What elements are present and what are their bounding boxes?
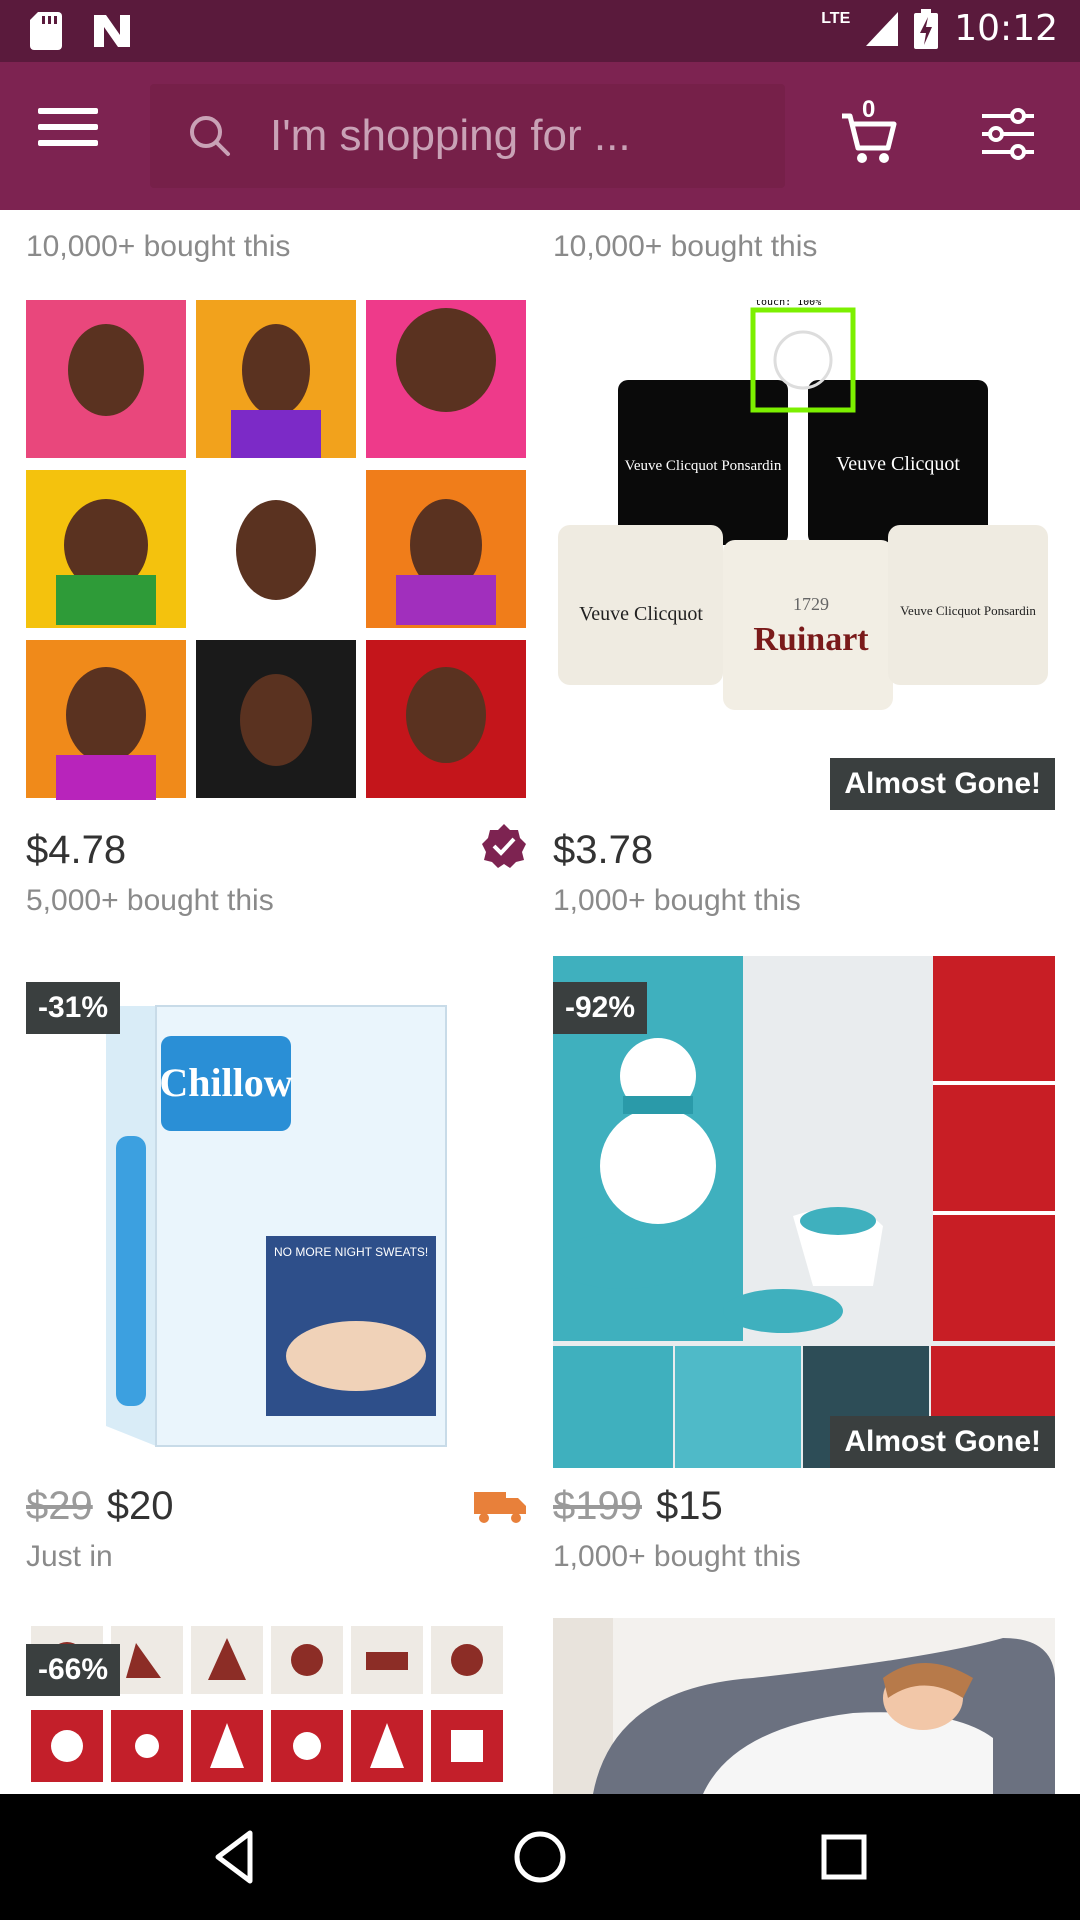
- original-price: $29: [26, 1484, 93, 1528]
- shipping-truck-icon: [474, 1492, 526, 1523]
- pillow-grid-image: [26, 300, 526, 800]
- discount-badge: -92%: [553, 982, 648, 1034]
- menu-button[interactable]: [38, 108, 98, 164]
- search-input[interactable]: [270, 84, 770, 188]
- product-image: Veuve Clicquot Ponsardin Veuve Clicquot …: [553, 300, 1055, 810]
- clock: 10:12: [954, 8, 1058, 49]
- sold-count-top-left: 10,000+ bought this: [26, 230, 291, 263]
- sold-count: 1,000+ bought this: [553, 1540, 801, 1573]
- sold-count: Just in: [26, 1540, 113, 1573]
- product-card[interactable]: $4.78 5,000+ bought this: [26, 300, 528, 917]
- cart-button[interactable]: 0: [840, 96, 900, 166]
- product-grid: 10,000+ bought this 10,000+ bought this …: [0, 210, 1080, 1794]
- hamburger-line: [38, 124, 98, 130]
- product-card[interactable]: -92% Almost Gone! $199 $15 1,000+ bought…: [553, 956, 1055, 1573]
- back-button[interactable]: [206, 1827, 266, 1887]
- hamburger-line: [38, 140, 98, 146]
- price-row: $3.78: [553, 828, 653, 873]
- recents-button[interactable]: [814, 1827, 874, 1887]
- almost-gone-badge: Almost Gone!: [830, 1416, 1055, 1468]
- system-nav-bar: [0, 1794, 1080, 1920]
- box-text: Chillow: [159, 1060, 292, 1105]
- search-icon: [190, 116, 230, 156]
- product-image: -66%: [26, 1618, 528, 1794]
- pillow-text: Veuve Clicquot Ponsardin: [900, 603, 1036, 618]
- price: $4.78: [26, 828, 127, 872]
- product-card[interactable]: -66%: [26, 1618, 528, 1794]
- product-card[interactable]: [553, 1618, 1055, 1794]
- product-image: [553, 1618, 1055, 1794]
- original-price: $199: [553, 1484, 642, 1528]
- product-card[interactable]: Veuve Clicquot Ponsardin Veuve Clicquot …: [553, 300, 1055, 917]
- discount-badge: -66%: [26, 1644, 121, 1696]
- pillow-text: Veuve Clicquot Ponsardin: [625, 458, 782, 474]
- touch-debug-text: touch: 100%: [755, 300, 821, 308]
- price-row: $199 $15: [553, 1484, 723, 1529]
- search-bar[interactable]: [150, 84, 785, 188]
- battery-icon: [914, 8, 939, 49]
- filter-button[interactable]: [980, 106, 1036, 162]
- sold-count: 1,000+ bought this: [553, 884, 801, 917]
- product-card[interactable]: Chillow NO MORE NIGHT SWEATS! -31% $29 $…: [26, 956, 528, 1573]
- box-text: NO MORE NIGHT SWEATS!: [274, 1245, 428, 1259]
- home-button[interactable]: [510, 1827, 570, 1887]
- almost-gone-badge: Almost Gone!: [830, 758, 1055, 810]
- price: $3.78: [553, 828, 654, 872]
- signal-icon: [866, 11, 899, 46]
- pillow-text: Veuve Clicquot: [579, 603, 703, 625]
- hamburger-icon: [38, 108, 98, 114]
- pillow-text: Veuve Clicquot: [836, 453, 960, 475]
- price-row: $4.78: [26, 828, 126, 873]
- recents-square-icon: [821, 1834, 867, 1880]
- n-notification-icon: [94, 15, 130, 47]
- sold-count: 5,000+ bought this: [26, 884, 274, 917]
- lte-label: LTE: [821, 9, 851, 27]
- sd-card-icon: [30, 12, 62, 50]
- product-image: Chillow NO MORE NIGHT SWEATS! -31%: [26, 956, 528, 1468]
- pillow-text: 1729: [793, 594, 829, 614]
- price: $20: [106, 1484, 174, 1528]
- pillow-text: Ruinart: [753, 621, 869, 658]
- price: $15: [655, 1484, 723, 1528]
- home-circle-icon: [514, 1831, 566, 1883]
- status-bar: LTE 10:12: [0, 0, 1080, 62]
- price-row: $29 $20: [26, 1484, 174, 1529]
- product-image: -92% Almost Gone!: [553, 956, 1055, 1468]
- discount-badge: -31%: [26, 982, 121, 1034]
- champagne-pillows-image: Veuve Clicquot Ponsardin Veuve Clicquot …: [553, 300, 1055, 810]
- cart-count: 0: [862, 96, 876, 123]
- verified-icon: [482, 824, 526, 868]
- sold-count-top-right: 10,000+ bought this: [553, 230, 818, 263]
- app-bar: 0: [0, 62, 1080, 210]
- sliders-icon: [982, 108, 1034, 160]
- body-pillow-image: [553, 1618, 1055, 1794]
- product-image: [26, 300, 528, 810]
- back-triangle-icon: [215, 1830, 253, 1884]
